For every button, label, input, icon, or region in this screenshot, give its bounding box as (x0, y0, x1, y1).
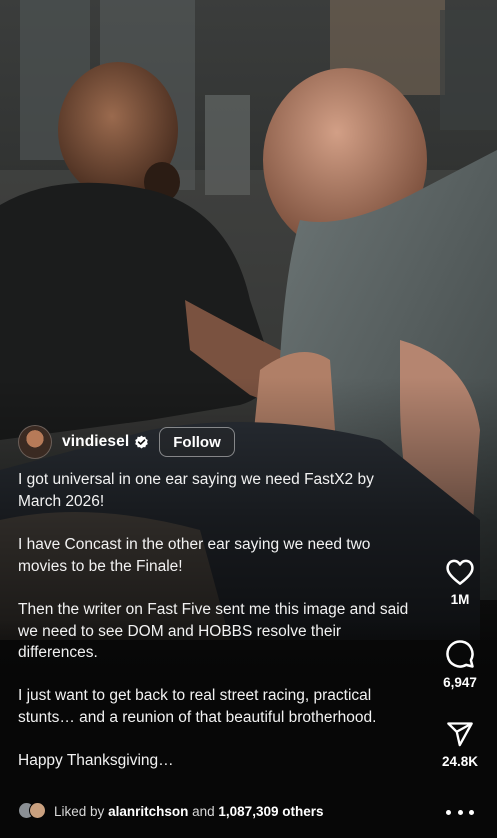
share-action: 24.8K (430, 720, 490, 769)
liker-avatar (29, 802, 46, 819)
caption-paragraph: I just want to get back to real street r… (18, 687, 377, 727)
dot (446, 809, 451, 815)
caption-paragraph: I have Concast in the other ear saying w… (18, 535, 371, 575)
dot (457, 809, 463, 815)
liked-by-others[interactable]: 1,087,309 others (218, 804, 323, 819)
author-username[interactable]: vindiesel (62, 433, 129, 451)
liked-by-prefix: Liked by (54, 803, 105, 819)
like-count[interactable]: 1M (451, 592, 470, 607)
post-caption[interactable]: I got universal in one ear saying we nee… (18, 469, 413, 772)
comment-bubble-icon[interactable] (445, 639, 475, 669)
like-action: 1M (430, 558, 490, 607)
author-avatar[interactable] (18, 425, 52, 459)
liked-by-row[interactable]: Liked by alanritchson and 1,087,309 othe… (18, 800, 323, 822)
follow-button[interactable]: Follow (159, 427, 235, 457)
caption-paragraph: Happy Thanksgiving… (18, 752, 174, 770)
author-row: vindiesel Follow (18, 424, 235, 460)
reel-post: vindiesel Follow I got universal in one … (0, 0, 497, 838)
caption-paragraph: I got universal in one ear saying we nee… (18, 471, 374, 510)
dot (469, 809, 474, 815)
caption-paragraph: Then the writer on Fast Five sent me thi… (18, 600, 409, 662)
comment-count[interactable]: 6,947 (443, 675, 477, 690)
post-overlay: vindiesel Follow I got universal in one … (0, 0, 497, 838)
share-count[interactable]: 24.8K (442, 754, 478, 769)
comment-action: 6,947 (430, 639, 490, 690)
verified-badge-icon (135, 435, 149, 448)
liked-by-connector: and (192, 803, 215, 819)
paper-plane-icon[interactable] (446, 720, 474, 748)
liker-avatars (18, 802, 48, 820)
more-dots-icon[interactable] (446, 808, 474, 816)
heart-icon[interactable] (445, 558, 475, 586)
liked-by-user[interactable]: alanritchson (108, 804, 188, 819)
